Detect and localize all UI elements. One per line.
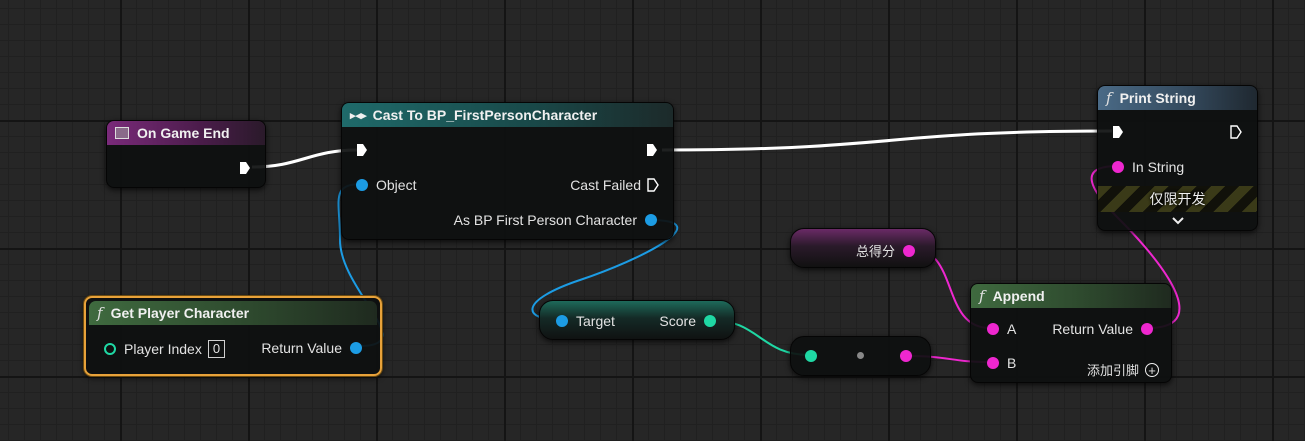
string-pin-icon	[903, 244, 915, 257]
node-title: Get Player Character	[110, 305, 250, 321]
append-return-pin[interactable]: Return Value	[1052, 321, 1153, 337]
add-pin-button[interactable]: 添加引脚 +	[1087, 360, 1159, 379]
exec-pin-icon	[1113, 126, 1123, 138]
cast-failed-pin[interactable]: Cast Failed	[570, 177, 659, 193]
pin-label: As BP First Person Character	[453, 212, 637, 228]
pin-label: Return Value	[261, 340, 342, 356]
conversion-in-pin[interactable]	[805, 350, 817, 362]
exec-pin-icon	[647, 144, 657, 156]
conversion-out-pin[interactable]	[900, 350, 912, 362]
in-string-pin[interactable]: In String	[1112, 159, 1184, 175]
target-pin[interactable]: Target	[556, 313, 615, 329]
chevron-down-icon[interactable]	[1098, 214, 1257, 228]
exec-in-pin[interactable]	[356, 143, 368, 157]
pin-label: Return Value	[1052, 321, 1133, 337]
to-string-conversion-node[interactable]	[790, 336, 931, 376]
conversion-dot-icon	[857, 352, 864, 359]
exec-pin-outline-icon	[647, 178, 659, 192]
on-game-end-node[interactable]: On Game End	[106, 120, 266, 188]
exec-out-pin[interactable]	[646, 143, 658, 157]
node-header: f Append	[971, 284, 1171, 308]
development-only-label: 仅限开发	[1149, 191, 1206, 207]
as-character-pin[interactable]: As BP First Person Character	[454, 212, 657, 228]
event-icon	[115, 127, 129, 139]
exec-out-pin[interactable]	[239, 161, 251, 175]
print-string-node[interactable]: f Print String In String 仅限开发	[1097, 85, 1258, 231]
cast-to-node[interactable]: ▸◂▸ Cast To BP_FirstPersonCharacter Obje…	[341, 102, 674, 240]
node-header: On Game End	[107, 121, 265, 145]
append-a-pin[interactable]: A	[987, 321, 1016, 337]
pin-label: Object	[376, 177, 417, 193]
node-title: Append	[992, 288, 1045, 304]
string-value-pin[interactable]: 总得分	[856, 241, 915, 260]
pin-label: B	[1007, 355, 1017, 371]
object-pin-icon	[645, 214, 657, 226]
object-pin-icon	[350, 342, 362, 354]
pin-label: Player Index	[124, 341, 202, 357]
development-only-banner: 仅限开发	[1098, 186, 1257, 212]
pin-label: A	[1007, 321, 1017, 337]
node-title: On Game End	[137, 125, 230, 141]
get-player-character-node[interactable]: f Get Player Character Player Index 0 Re…	[84, 296, 382, 376]
pin-label: Score	[659, 313, 696, 329]
function-icon: f	[97, 304, 103, 322]
node-header: f Print String	[1098, 86, 1257, 110]
node-title: Cast To BP_FirstPersonCharacter	[372, 107, 598, 123]
player-index-input[interactable]: 0	[207, 340, 226, 358]
object-pin-icon	[556, 315, 568, 327]
string-pin-icon	[1112, 161, 1124, 173]
string-pin-icon	[1141, 323, 1153, 335]
string-literal-node[interactable]: 总得分	[790, 228, 936, 268]
function-icon: f	[979, 287, 985, 305]
return-value-pin[interactable]: Return Value	[261, 340, 362, 356]
object-pin[interactable]: Object	[356, 177, 416, 193]
string-literal-value: 总得分	[855, 244, 895, 259]
pin-label: Target	[576, 313, 615, 329]
pin-label: In String	[1132, 159, 1185, 175]
score-pin[interactable]: Score	[659, 313, 716, 329]
string-pin-icon	[987, 323, 999, 335]
object-pin-icon	[356, 179, 368, 191]
function-icon: f	[1106, 89, 1112, 107]
exec-out-pin[interactable]	[1230, 125, 1242, 139]
string-pin-icon	[987, 357, 999, 369]
numeric-pin-icon	[704, 315, 716, 327]
node-title: Print String	[1119, 90, 1196, 106]
node-header: f Get Player Character	[89, 301, 377, 325]
plus-icon: +	[1145, 362, 1159, 377]
exec-in-pin[interactable]	[1112, 125, 1124, 139]
append-b-pin[interactable]: B	[987, 355, 1016, 371]
numeric-pin-icon	[805, 350, 817, 362]
score-getter-node[interactable]: Target Score	[539, 300, 735, 340]
exec-pin-outline-icon	[1230, 125, 1242, 139]
cast-icon: ▸◂▸	[350, 109, 367, 122]
int-pin-icon	[104, 343, 116, 355]
append-node[interactable]: f Append A Return Value B 添加引脚 +	[970, 283, 1172, 383]
pin-label: Cast Failed	[570, 177, 641, 193]
exec-pin-icon	[357, 144, 367, 156]
add-pin-label: 添加引脚	[1086, 363, 1139, 378]
node-header: ▸◂▸ Cast To BP_FirstPersonCharacter	[342, 103, 673, 127]
player-index-pin[interactable]: Player Index 0	[104, 340, 226, 358]
exec-pin-icon	[240, 162, 250, 174]
string-pin-icon	[900, 350, 912, 362]
exec-wire-cast-print[interactable]	[661, 129, 1113, 152]
